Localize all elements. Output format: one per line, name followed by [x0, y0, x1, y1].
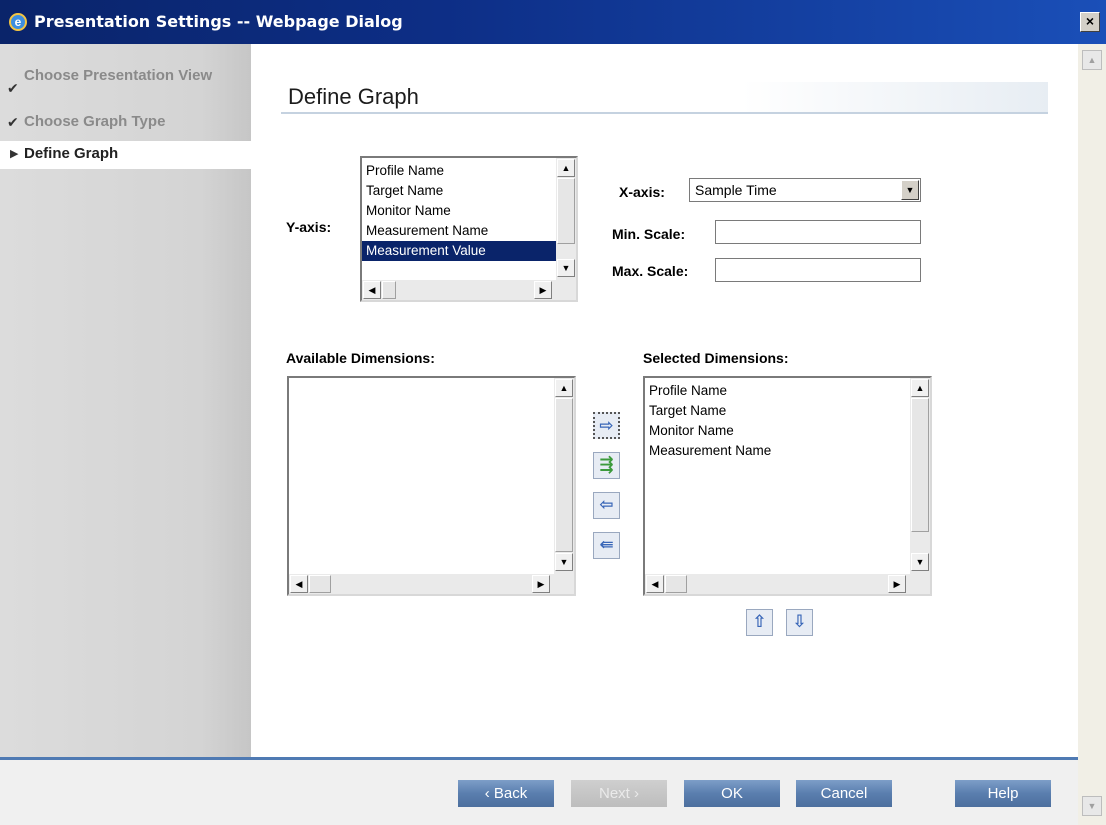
list-item[interactable]: Monitor Name: [362, 201, 556, 221]
xaxis-value: Sample Time: [695, 182, 777, 198]
list-item[interactable]: Monitor Name: [645, 421, 910, 441]
selected-dimensions-label: Selected Dimensions:: [643, 350, 789, 366]
step-define-graph[interactable]: ▶ Define Graph: [0, 141, 251, 169]
yaxis-listbox[interactable]: Profile Name Target Name Monitor Name Me…: [360, 156, 578, 302]
scroll-down-icon[interactable]: ▼: [557, 259, 575, 277]
available-dimensions-label: Available Dimensions:: [286, 350, 435, 366]
horizontal-scrollbar[interactable]: ◀ ▶: [289, 574, 574, 594]
step-label: Choose Presentation View: [24, 67, 213, 84]
available-dimensions-listbox[interactable]: ▲ ▼ ◀ ▶: [287, 376, 576, 596]
scroll-up-icon[interactable]: ▲: [911, 379, 929, 397]
back-button[interactable]: ‹ Back: [458, 780, 554, 807]
move-all-left-button[interactable]: ⇚: [593, 532, 620, 559]
scroll-thumb[interactable]: [309, 575, 331, 593]
scroll-down-icon[interactable]: ▼: [1082, 796, 1102, 816]
min-scale-input[interactable]: [715, 220, 921, 244]
move-right-button[interactable]: ⇨: [593, 412, 620, 439]
scroll-down-icon[interactable]: ▼: [555, 553, 573, 571]
scroll-thumb[interactable]: [555, 398, 573, 552]
xaxis-label: X-axis:: [619, 184, 665, 200]
scroll-down-icon[interactable]: ▼: [911, 553, 929, 571]
window-title: Presentation Settings -- Webpage Dialog: [34, 12, 403, 31]
scroll-thumb[interactable]: [911, 398, 929, 532]
xaxis-select[interactable]: Sample Time ▼: [689, 178, 921, 202]
double-arrow-right-icon: ⇶: [599, 455, 614, 474]
internet-explorer-icon: e: [9, 13, 27, 31]
scroll-left-icon[interactable]: ◀: [363, 281, 381, 299]
list-item[interactable]: Target Name: [645, 401, 910, 421]
vertical-scrollbar[interactable]: ▲ ▼: [910, 378, 930, 574]
move-all-right-button[interactable]: ⇶: [593, 452, 620, 479]
help-button[interactable]: Help: [955, 780, 1051, 807]
arrow-down-icon: ⇩: [792, 612, 807, 631]
step-choose-presentation-view[interactable]: ✔ Choose Presentation View: [7, 66, 234, 96]
scroll-right-icon[interactable]: ▶: [534, 281, 552, 299]
ok-button[interactable]: OK: [684, 780, 780, 807]
horizontal-scrollbar[interactable]: ◀ ▶: [362, 280, 576, 300]
scroll-right-icon[interactable]: ▶: [888, 575, 906, 593]
move-down-button[interactable]: ⇩: [786, 609, 813, 636]
step-label: Define Graph: [24, 145, 119, 162]
scroll-thumb[interactable]: [665, 575, 687, 593]
scroll-right-icon[interactable]: ▶: [532, 575, 550, 593]
scroll-up-icon[interactable]: ▲: [555, 379, 573, 397]
arrow-left-icon: ⇦: [599, 495, 614, 514]
list-item[interactable]: Profile Name: [645, 381, 910, 401]
chevron-down-icon[interactable]: ▼: [901, 180, 919, 200]
step-choose-graph-type[interactable]: ✔ Choose Graph Type: [7, 112, 166, 132]
arrow-right-icon: ⇨: [599, 416, 614, 435]
max-scale-label: Max. Scale:: [612, 263, 689, 279]
scroll-thumb[interactable]: [382, 281, 396, 299]
move-left-button[interactable]: ⇦: [593, 492, 620, 519]
horizontal-scrollbar[interactable]: ◀ ▶: [645, 574, 930, 594]
min-scale-label: Min. Scale:: [612, 226, 686, 242]
step-label: Choose Graph Type: [24, 113, 166, 130]
list-item-selected[interactable]: Measurement Value: [362, 241, 556, 261]
max-scale-input[interactable]: [715, 258, 921, 282]
next-button[interactable]: Next ›: [571, 780, 667, 807]
move-up-button[interactable]: ⇧: [746, 609, 773, 636]
double-arrow-left-icon: ⇚: [599, 535, 614, 554]
window-vertical-scrollbar[interactable]: ▲ ▼: [1078, 44, 1106, 825]
scroll-up-icon[interactable]: ▲: [1082, 50, 1102, 70]
scroll-left-icon[interactable]: ◀: [290, 575, 308, 593]
arrow-up-icon: ⇧: [752, 612, 767, 631]
cancel-button[interactable]: Cancel: [796, 780, 892, 807]
arrow-right-icon: ▶: [10, 148, 19, 160]
scroll-thumb[interactable]: [557, 178, 575, 244]
main-content: Define Graph Y-axis: Profile Name Target…: [251, 44, 1078, 757]
list-item[interactable]: Measurement Name: [362, 221, 556, 241]
checkmark-icon: ✔: [7, 80, 19, 96]
scroll-up-icon[interactable]: ▲: [557, 159, 575, 177]
selected-dimensions-listbox[interactable]: Profile Name Target Name Monitor Name Me…: [643, 376, 932, 596]
wizard-steps-sidebar: ✔ Choose Presentation View ✔ Choose Grap…: [0, 44, 251, 757]
list-item[interactable]: Profile Name: [362, 161, 556, 181]
title-bar: e Presentation Settings -- Webpage Dialo…: [0, 0, 1106, 44]
vertical-scrollbar[interactable]: ▲ ▼: [556, 158, 576, 280]
yaxis-label: Y-axis:: [286, 219, 332, 235]
page-title-text: Define Graph: [288, 84, 419, 109]
list-item[interactable]: Target Name: [362, 181, 556, 201]
dialog-footer: ‹ Back Next › OK Cancel Help: [0, 757, 1078, 825]
scroll-left-icon[interactable]: ◀: [646, 575, 664, 593]
vertical-scrollbar[interactable]: ▲ ▼: [554, 378, 574, 574]
close-button[interactable]: ×: [1080, 12, 1100, 32]
checkmark-icon: ✔: [7, 114, 19, 130]
list-item[interactable]: Measurement Name: [645, 441, 910, 461]
page-title: Define Graph: [281, 82, 1048, 114]
